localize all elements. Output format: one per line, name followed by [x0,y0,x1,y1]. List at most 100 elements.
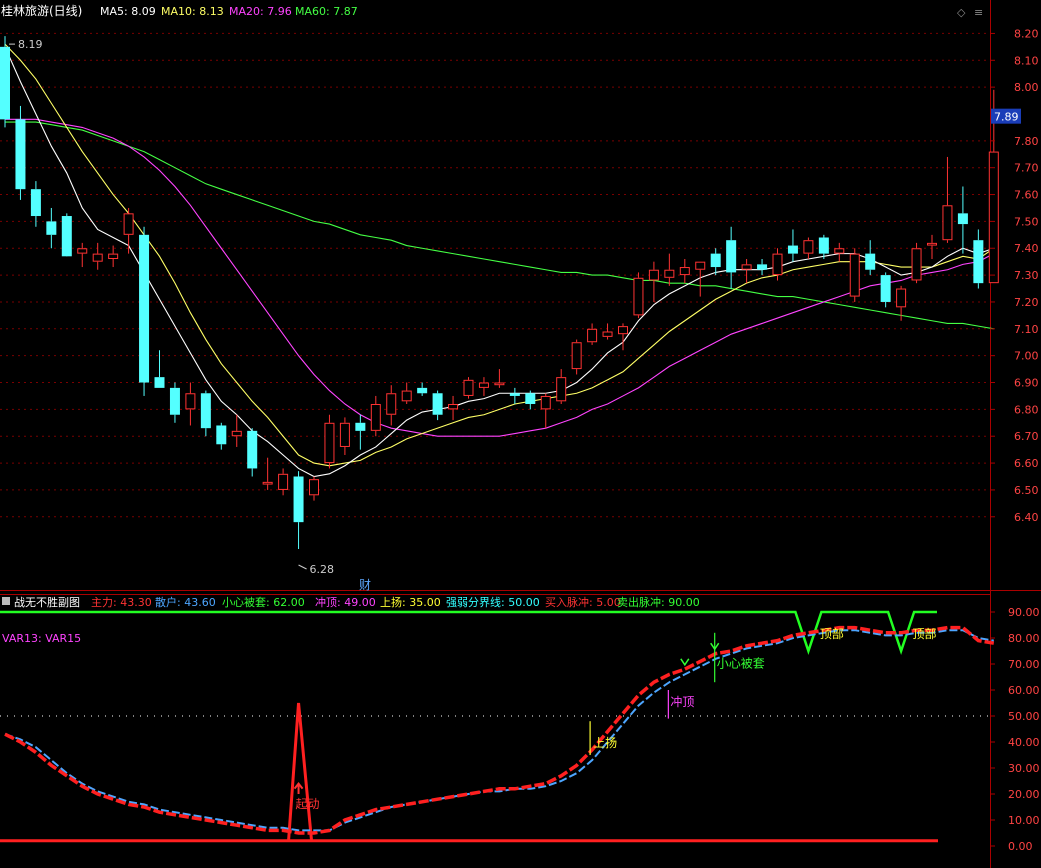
ma20-line [5,118,995,437]
candle [0,36,10,128]
candle-body [15,119,26,190]
candle [927,234,937,259]
sub-tick-label: 80.00 [1008,632,1040,645]
main-force-line [4,625,995,835]
sub-tick-label: 20.00 [1008,788,1040,801]
candle-body [247,430,258,469]
candle-body [757,264,768,270]
sub-tick-label: 50.00 [1008,710,1040,723]
candle-body [927,242,937,246]
candle-body [77,248,88,254]
ma60-line [5,121,994,330]
candle [30,181,41,227]
top-label: 顶部 [820,626,844,641]
signal-annotation: 顶部 [913,626,937,641]
stock-chart-svg: 8.20 8.10 8.00 7.80 7.70 7.60 7.50 7.40 7.30 7.20… [0,0,1041,868]
candle [587,323,598,345]
low-pointer [298,564,307,570]
candle-body [448,403,459,410]
candle-body [849,253,860,297]
sub-legend-item: 强弱分界线: 50.00 [446,595,540,609]
chart-frame [0,0,1041,868]
candle [370,395,381,437]
main-tick-label: 8.20 [1014,27,1039,40]
sub-labels: 起动 上扬 冲顶 小心被套 顶部 顶部 VAR13: VAR15 [2,626,937,811]
high-price-label: 8.19 [18,38,43,51]
candle-body [46,221,57,235]
candle [911,242,922,284]
trap-label: 小心被套 [717,656,765,670]
candle-body [401,390,412,402]
sub-legend-item: 散户: 43.60 [155,595,216,609]
candle [293,471,304,549]
sub-tick-label: 70.00 [1008,658,1040,671]
candle [92,242,103,270]
candle-body [525,393,536,404]
main-tick-label: 7.80 [1014,135,1039,148]
main-tick-label: 7.30 [1014,269,1039,282]
candle-body [973,240,984,284]
candle-body [602,331,613,337]
candle-body [741,264,752,270]
main-tick-label: 6.70 [1014,430,1039,443]
candle [355,414,366,450]
candle [973,229,984,289]
candle [169,382,180,423]
candle-body [803,240,814,254]
candle-body [787,245,798,254]
ma-legend-item: MA10: 8.13 [161,5,224,18]
candle-body [185,393,196,410]
candle-body [695,261,706,270]
candle-body [0,46,10,120]
candle [494,369,505,388]
candle-body [370,403,381,431]
candle-body [324,422,335,464]
main-tick-label: 7.50 [1014,215,1039,228]
candle-body [896,288,907,308]
signal-annotation: 顶部 [820,626,844,641]
sub-value-axis: 90.00 80.00 70.00 60.00 50.00 40.00 30.00 20.00… [990,606,1040,853]
candle [231,414,242,447]
candle-body [988,151,999,284]
event-marker: 财 [359,578,371,592]
ma-legend-item: MA20: 7.96 [229,5,292,18]
sub-legend-item: 主力: 43.30 [91,596,152,609]
candle [710,248,721,276]
candle-body [123,213,134,235]
candle [741,258,752,284]
signal-annotation: 小心被套 [680,632,765,683]
sub-legend-item: 买入脉冲: 5.00 [545,595,621,609]
main-tick-label: 7.10 [1014,323,1039,336]
candle [540,393,551,429]
candle [834,242,845,262]
candle [185,382,196,426]
candle-body [478,382,489,388]
candle-body [231,430,242,437]
candle-body [463,379,474,396]
candle [957,186,968,254]
candle-body [417,387,428,394]
candle-body [278,473,289,490]
candle [942,156,953,243]
ma-legend-item: MA5: 8.09 [100,5,156,18]
top-label: 顶部 [913,626,937,641]
ma10-line [4,43,995,467]
candle [803,237,814,259]
peak-label: 冲顶 [670,694,694,709]
main-tick-label: 6.60 [1014,457,1039,470]
candle-body [509,393,520,396]
candle-body [309,479,319,496]
candle-body [571,342,582,370]
var-label: VAR13: VAR15 [2,632,81,645]
candle [571,339,582,375]
candles [0,36,999,549]
candle [448,395,459,421]
main-tick-label: 7.70 [1014,162,1039,175]
candle-body [618,326,628,335]
candle [602,323,613,340]
candle [865,240,876,276]
sub-legend-item: 卖出脉冲: 90.00 [617,595,700,609]
candle [247,428,258,477]
candle [849,248,860,302]
candle-body [664,269,675,278]
